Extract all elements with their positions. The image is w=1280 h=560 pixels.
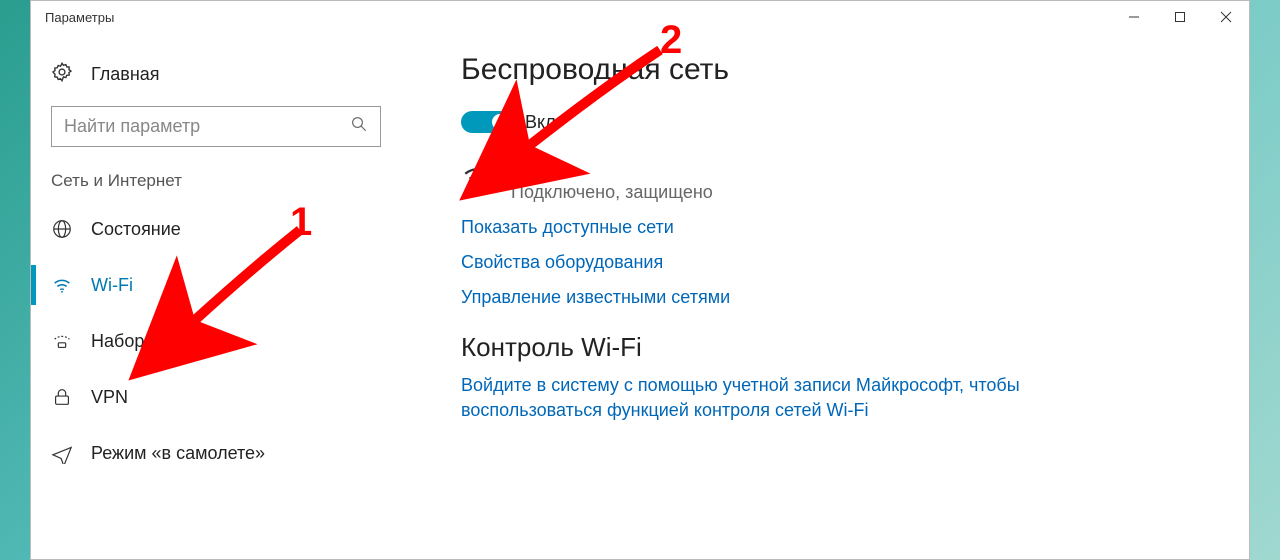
section-title-wifi-sense: Контроль Wi-Fi [461, 332, 1209, 363]
link-hardware-props[interactable]: Свойства оборудования [461, 252, 1209, 273]
sidebar-item-vpn[interactable]: VPN [31, 369, 381, 425]
sidebar-item-label: Состояние [91, 219, 181, 240]
sidebar-item-airplane[interactable]: Режим «в самолете» [31, 425, 381, 481]
network-status: Подключено, защищено [511, 182, 713, 203]
nav-items: Состояние Wi-Fi [31, 201, 381, 481]
search-icon [350, 115, 368, 138]
sidebar-item-dialup[interactable]: Набор номера [31, 313, 381, 369]
category-label: Сеть и Интернет [51, 171, 381, 191]
sidebar-item-label: Режим «в самолете» [91, 443, 265, 464]
wifi-toggle[interactable] [461, 111, 511, 133]
sidebar-item-label: Набор номера [91, 331, 212, 352]
toggle-knob [492, 114, 508, 130]
minimize-button[interactable] [1111, 1, 1157, 33]
sidebar-item-label: VPN [91, 387, 128, 408]
network-text: Ku-Ku Подключено, защищено [511, 161, 713, 203]
wifi-icon [51, 274, 73, 296]
content-area: Главная Найти параметр Сеть и Интернет [31, 33, 1249, 559]
settings-window: Параметры Главная [30, 0, 1250, 560]
main-panel: Беспроводная сеть Вкл. Ku-Ku Подключено,… [401, 33, 1249, 559]
sidebar-item-status[interactable]: Состояние [31, 201, 381, 257]
wifi-signal-icon [461, 161, 495, 200]
sidebar-item-label: Wi-Fi [91, 275, 133, 296]
close-button[interactable] [1203, 1, 1249, 33]
search-placeholder: Найти параметр [64, 116, 200, 137]
network-name: Ku-Ku [511, 161, 713, 182]
sidebar: Главная Найти параметр Сеть и Интернет [31, 33, 401, 559]
page-title: Беспроводная сеть [461, 53, 1209, 87]
globe-icon [51, 218, 73, 240]
dialup-icon [51, 330, 73, 352]
toggle-label: Вкл. [525, 112, 561, 133]
sidebar-item-wifi[interactable]: Wi-Fi [31, 257, 381, 313]
vpn-icon [51, 386, 73, 408]
maximize-button[interactable] [1157, 1, 1203, 33]
link-show-networks[interactable]: Показать доступные сети [461, 217, 1209, 238]
window-controls [1111, 1, 1249, 33]
airplane-icon [51, 442, 73, 464]
section-text-wifi-sense[interactable]: Войдите в систему с помощью учетной запи… [461, 373, 1021, 423]
link-manage-known[interactable]: Управление известными сетями [461, 287, 1209, 308]
home-label: Главная [91, 64, 160, 85]
window-title: Параметры [45, 10, 114, 25]
home-button[interactable]: Главная [51, 53, 381, 106]
gear-icon [51, 61, 73, 88]
search-input[interactable]: Найти параметр [51, 106, 381, 147]
wifi-toggle-row: Вкл. [461, 111, 1209, 133]
titlebar: Параметры [31, 1, 1249, 33]
connected-network[interactable]: Ku-Ku Подключено, защищено [461, 161, 1209, 203]
